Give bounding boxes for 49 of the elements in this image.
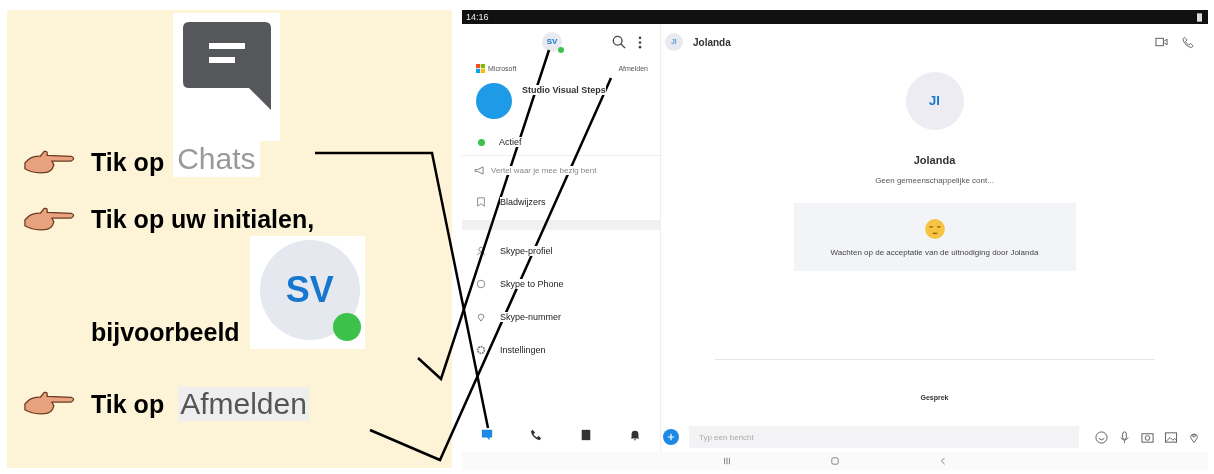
sleepy-face-icon <box>923 217 946 240</box>
status-time: 14:16 <box>466 12 489 22</box>
menu-item[interactable]: Skype to Phone <box>500 278 564 289</box>
bookmark-icon <box>476 196 486 207</box>
windows-logo-icon <box>476 64 485 73</box>
menu-item[interactable]: Instellingen <box>500 344 546 355</box>
phone-icon[interactable] <box>1182 35 1194 49</box>
recent-apps-icon[interactable] <box>723 457 731 465</box>
menu-item[interactable]: Skype-nummer <box>500 311 562 322</box>
megaphone-icon <box>474 166 485 175</box>
status-dot <box>478 138 485 146</box>
status-label[interactable]: Actief <box>499 137 522 147</box>
microphone-icon[interactable] <box>1118 430 1131 444</box>
chat-bubble-icon <box>173 13 281 141</box>
search-icon[interactable] <box>612 35 626 49</box>
notice-text: Wachten op de acceptatie van de uitnodiging door Jolanda <box>830 247 1039 257</box>
instruction-text: Tik op <box>91 148 165 177</box>
instruction-text: Tik op <box>91 389 165 419</box>
more-icon[interactable] <box>638 35 642 49</box>
instruction-text: Tik op uw initialen, <box>91 205 315 234</box>
contact-avatar: JI <box>905 72 964 130</box>
instruction-text: bijvoorbeeld <box>91 318 240 348</box>
avatar: SV <box>259 240 360 340</box>
online-dot <box>558 47 564 53</box>
contact-name: Jolanda <box>693 36 731 48</box>
avatar[interactable]: SV <box>542 32 562 52</box>
video-call-icon[interactable] <box>1155 37 1168 47</box>
location-icon[interactable] <box>1188 430 1200 444</box>
profile-name: Studio Visual Steps <box>522 85 606 95</box>
image-icon[interactable] <box>1164 430 1178 444</box>
gear-icon <box>476 344 486 355</box>
home-icon[interactable] <box>831 457 839 465</box>
contacts-info: Geen gemeenschappelijke cont... <box>875 176 994 185</box>
battery-icon <box>1197 12 1202 22</box>
globe-icon <box>476 278 486 289</box>
message-field[interactable]: Typ een bericht <box>689 426 1079 448</box>
afmelden-label: Afmelden <box>178 387 309 421</box>
profile-avatar <box>476 83 512 119</box>
menu-item[interactable]: Skype-profiel <box>500 245 553 256</box>
person-icon <box>476 245 486 256</box>
menu-item[interactable]: Bladwijzers <box>500 196 546 207</box>
contact-name: Jolanda <box>913 154 956 166</box>
camera-icon[interactable] <box>1141 430 1154 444</box>
smiley-icon[interactable] <box>1095 430 1108 444</box>
pin-icon <box>476 311 486 322</box>
online-dot <box>332 313 361 341</box>
chats-label: Chats <box>173 141 260 177</box>
plus-icon <box>667 433 675 441</box>
add-button[interactable] <box>663 429 679 445</box>
